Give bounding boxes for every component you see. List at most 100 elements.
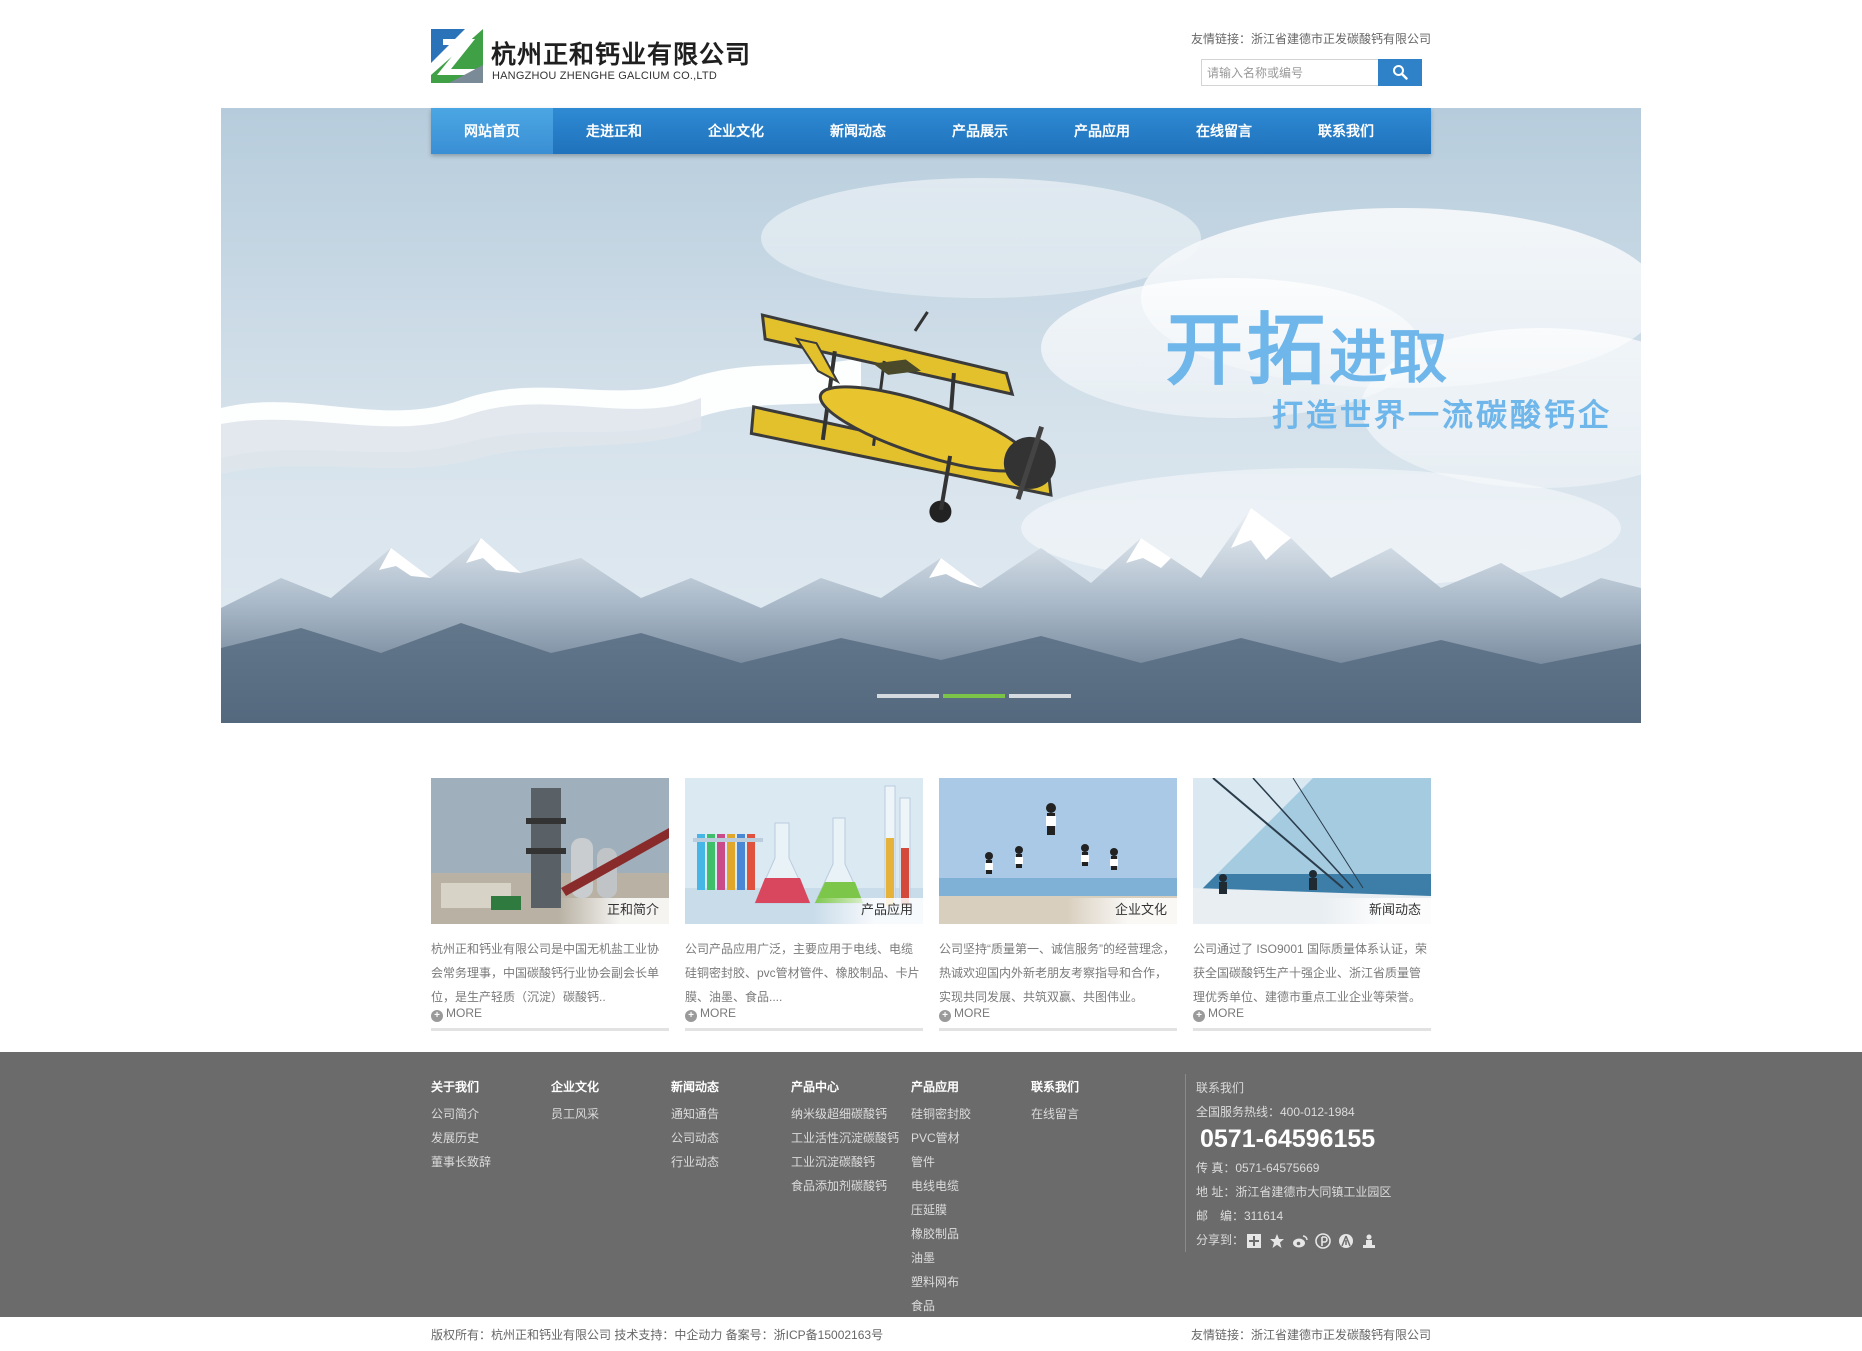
footer-link[interactable]: 硅铜密封胶 bbox=[911, 1102, 971, 1126]
card-news: 新闻动态 公司通过了 ISO9001 国际质量体系认证，荣获全国碳酸钙生产十强企… bbox=[1193, 778, 1431, 1032]
nav-item-message[interactable]: 在线留言 bbox=[1163, 108, 1285, 154]
search-input[interactable] bbox=[1201, 59, 1378, 86]
plus-circle-icon: + bbox=[939, 1010, 951, 1022]
card-image-sailing[interactable]: 新闻动态 bbox=[1193, 778, 1431, 924]
footer-link[interactable]: 公司动态 bbox=[671, 1126, 719, 1150]
footer-col-title[interactable]: 关于我们 bbox=[431, 1078, 491, 1095]
renren-share-icon[interactable] bbox=[1338, 1233, 1354, 1249]
footer-col-news: 新闻动态 通知通告 公司动态 行业动态 bbox=[671, 1078, 719, 1174]
plus-circle-icon: + bbox=[685, 1010, 697, 1022]
footer-link[interactable]: 在线留言 bbox=[1031, 1102, 1079, 1126]
card-more-link[interactable]: + MORE bbox=[685, 1006, 736, 1022]
footer-col-products: 产品中心 纳米级超细碳酸钙 工业活性沉淀碳酸钙 工业沉淀碳酸钙 食品添加剂碳酸钙 bbox=[791, 1078, 899, 1198]
slider-dot-1[interactable] bbox=[877, 694, 939, 698]
footer-col-title[interactable]: 新闻动态 bbox=[671, 1078, 719, 1095]
logo-mark-icon bbox=[431, 29, 483, 83]
footer-col-contact: 联系我们 在线留言 bbox=[1031, 1078, 1079, 1126]
feature-cards: 正和简介 杭州正和钙业有限公司是中国无机盐工业协会常务理事，中国碳酸钙行业协会副… bbox=[431, 778, 1431, 1032]
footer-link[interactable]: 塑料网布 bbox=[911, 1270, 971, 1294]
nav-item-culture[interactable]: 企业文化 bbox=[675, 108, 797, 154]
people-share-icon[interactable] bbox=[1361, 1233, 1377, 1249]
logo-company-name-en: HANGZHOU ZHENGHE GALCIUM CO.,LTD bbox=[492, 70, 717, 82]
footer-link[interactable]: 员工风采 bbox=[551, 1102, 599, 1126]
nav-item-about[interactable]: 走进正和 bbox=[553, 108, 675, 154]
plus-circle-icon: + bbox=[431, 1010, 443, 1022]
nav-item-contact[interactable]: 联系我们 bbox=[1285, 108, 1407, 154]
footer-contact-info: 联系我们 全国服务热线：400-012-1984 0571-64596155 传… bbox=[1196, 1076, 1436, 1252]
card-image-factory[interactable]: 正和简介 bbox=[431, 778, 669, 924]
footer-link[interactable]: 油墨 bbox=[911, 1246, 971, 1270]
card-image-lab[interactable]: 产品应用 bbox=[685, 778, 923, 924]
nav-item-products[interactable]: 产品展示 bbox=[919, 108, 1041, 154]
site-header: 杭州正和钙业有限公司 HANGZHOU ZHENGHE GALCIUM CO.,… bbox=[0, 0, 1862, 108]
slider-dot-2[interactable] bbox=[943, 694, 1005, 698]
contact-address: 地 址：浙江省建德市大同镇工业园区 bbox=[1196, 1185, 1392, 1199]
plus-share-icon[interactable] bbox=[1246, 1233, 1262, 1249]
card-more-link[interactable]: + MORE bbox=[1193, 1006, 1244, 1022]
contact-phone: 0571-64596155 bbox=[1200, 1125, 1376, 1153]
company-logo[interactable]: 杭州正和钙业有限公司 HANGZHOU ZHENGHE GALCIUM CO.,… bbox=[431, 29, 750, 85]
footer-link[interactable]: 电线电缆 bbox=[911, 1174, 971, 1198]
friend-link-bottom[interactable]: 友情链接：浙江省建德市正发碳酸钙有限公司 bbox=[1191, 1326, 1431, 1343]
card-caption: 产品应用 bbox=[860, 902, 913, 917]
card-description: 杭州正和钙业有限公司是中国无机盐工业协会常务理事，中国碳酸钙行业协会副会长单位，… bbox=[431, 942, 660, 1004]
copyright-text: 版权所有：杭州正和钙业有限公司 技术支持：中企动力 备案号：浙ICP备15002… bbox=[431, 1328, 884, 1342]
card-description: 公司坚持“质量第一、诚信服务”的经营理念，热诚欢迎国内外新老朋友考察指导和合作，… bbox=[939, 942, 1175, 1004]
slider-pagination bbox=[877, 694, 1077, 699]
search-button[interactable] bbox=[1378, 59, 1422, 86]
footer-col-culture: 企业文化 员工风采 bbox=[551, 1078, 599, 1126]
footer-link[interactable]: 管件 bbox=[911, 1150, 971, 1174]
card-more-link[interactable]: + MORE bbox=[939, 1006, 990, 1022]
weibo-share-icon[interactable] bbox=[1292, 1233, 1308, 1249]
banner-subslogan: 打造世界一流碳酸钙企 bbox=[1272, 398, 1612, 434]
pinterest-share-icon[interactable] bbox=[1315, 1233, 1331, 1249]
footer-col-about: 关于我们 公司简介 发展历史 董事长致辞 bbox=[431, 1078, 491, 1174]
card-applications: 产品应用 公司产品应用广泛，主要应用于电线、电缆硅铜密封胶、pvc管材管件、橡胶… bbox=[685, 778, 923, 1032]
search-box bbox=[1201, 59, 1422, 86]
contact-hotline: 全国服务热线：400-012-1984 bbox=[1196, 1105, 1355, 1119]
banner-slogan: 开拓进取 bbox=[1165, 288, 1449, 400]
share-bar: 分享到： bbox=[1196, 1228, 1436, 1252]
footer-divider bbox=[1185, 1074, 1186, 1252]
footer-link[interactable]: 通知通告 bbox=[671, 1102, 719, 1126]
footer-link[interactable]: 食品添加剂碳酸钙 bbox=[791, 1174, 899, 1198]
hero-banner[interactable]: 开拓进取 打造世界一流碳酸钙企 bbox=[221, 108, 1641, 723]
contact-fax: 传 真：0571-64575669 bbox=[1196, 1161, 1320, 1175]
main-nav: 网站首页 走进正和 企业文化 新闻动态 产品展示 产品应用 在线留言 联系我们 bbox=[431, 108, 1431, 154]
card-intro: 正和简介 杭州正和钙业有限公司是中国无机盐工业协会常务理事，中国碳酸钙行业协会副… bbox=[431, 778, 669, 1032]
card-description: 公司通过了 ISO9001 国际质量体系认证，荣获全国碳酸钙生产十强企业、浙江省… bbox=[1193, 942, 1428, 1004]
nav-item-home[interactable]: 网站首页 bbox=[431, 108, 553, 154]
footer-col-title[interactable]: 企业文化 bbox=[551, 1078, 599, 1095]
footer-col-title[interactable]: 产品应用 bbox=[911, 1078, 971, 1095]
slider-dot-3[interactable] bbox=[1009, 694, 1071, 698]
footer-col-title[interactable]: 产品中心 bbox=[791, 1078, 899, 1095]
footer-col-applications: 产品应用 硅铜密封胶 PVC管材 管件 电线电缆 压延膜 橡胶制品 油墨 塑料网… bbox=[911, 1078, 971, 1318]
friend-link-top[interactable]: 友情链接：浙江省建德市正发碳酸钙有限公司 bbox=[1191, 30, 1431, 47]
footer-link[interactable]: 橡胶制品 bbox=[911, 1222, 971, 1246]
card-image-team[interactable]: 企业文化 bbox=[939, 778, 1177, 924]
footer-link[interactable]: 公司简介 bbox=[431, 1102, 491, 1126]
footer-link[interactable]: 发展历史 bbox=[431, 1126, 491, 1150]
bottom-bar: 版权所有：杭州正和钙业有限公司 技术支持：中企动力 备案号：浙ICP备15002… bbox=[0, 1317, 1862, 1351]
footer-link[interactable]: PVC管材 bbox=[911, 1126, 971, 1150]
card-caption: 新闻动态 bbox=[1368, 902, 1421, 917]
logo-company-name: 杭州正和钙业有限公司 bbox=[491, 41, 752, 69]
footer-link[interactable]: 董事长致辞 bbox=[431, 1150, 491, 1174]
footer-link[interactable]: 压延膜 bbox=[911, 1198, 971, 1222]
card-description: 公司产品应用广泛，主要应用于电线、电缆硅铜密封胶、pvc管材管件、橡胶制品、卡片… bbox=[685, 942, 920, 1004]
contact-postcode: 邮 编：311614 bbox=[1196, 1209, 1284, 1223]
star-share-icon[interactable] bbox=[1269, 1233, 1285, 1249]
footer-link[interactable]: 食品 bbox=[911, 1294, 971, 1318]
footer-link[interactable]: 纳米级超细碳酸钙 bbox=[791, 1102, 899, 1126]
card-caption: 正和简介 bbox=[606, 902, 659, 917]
card-more-link[interactable]: + MORE bbox=[431, 1006, 482, 1022]
footer-link[interactable]: 行业动态 bbox=[671, 1150, 719, 1174]
banner-slogan-small: 进取 bbox=[1329, 323, 1450, 391]
search-icon bbox=[1393, 65, 1408, 80]
banner-slogan-big: 开拓 bbox=[1165, 306, 1330, 396]
nav-item-applications[interactable]: 产品应用 bbox=[1041, 108, 1163, 154]
nav-item-news[interactable]: 新闻动态 bbox=[797, 108, 919, 154]
footer-link[interactable]: 工业沉淀碳酸钙 bbox=[791, 1150, 899, 1174]
footer-link[interactable]: 工业活性沉淀碳酸钙 bbox=[791, 1126, 899, 1150]
footer-col-title[interactable]: 联系我们 bbox=[1031, 1078, 1079, 1095]
